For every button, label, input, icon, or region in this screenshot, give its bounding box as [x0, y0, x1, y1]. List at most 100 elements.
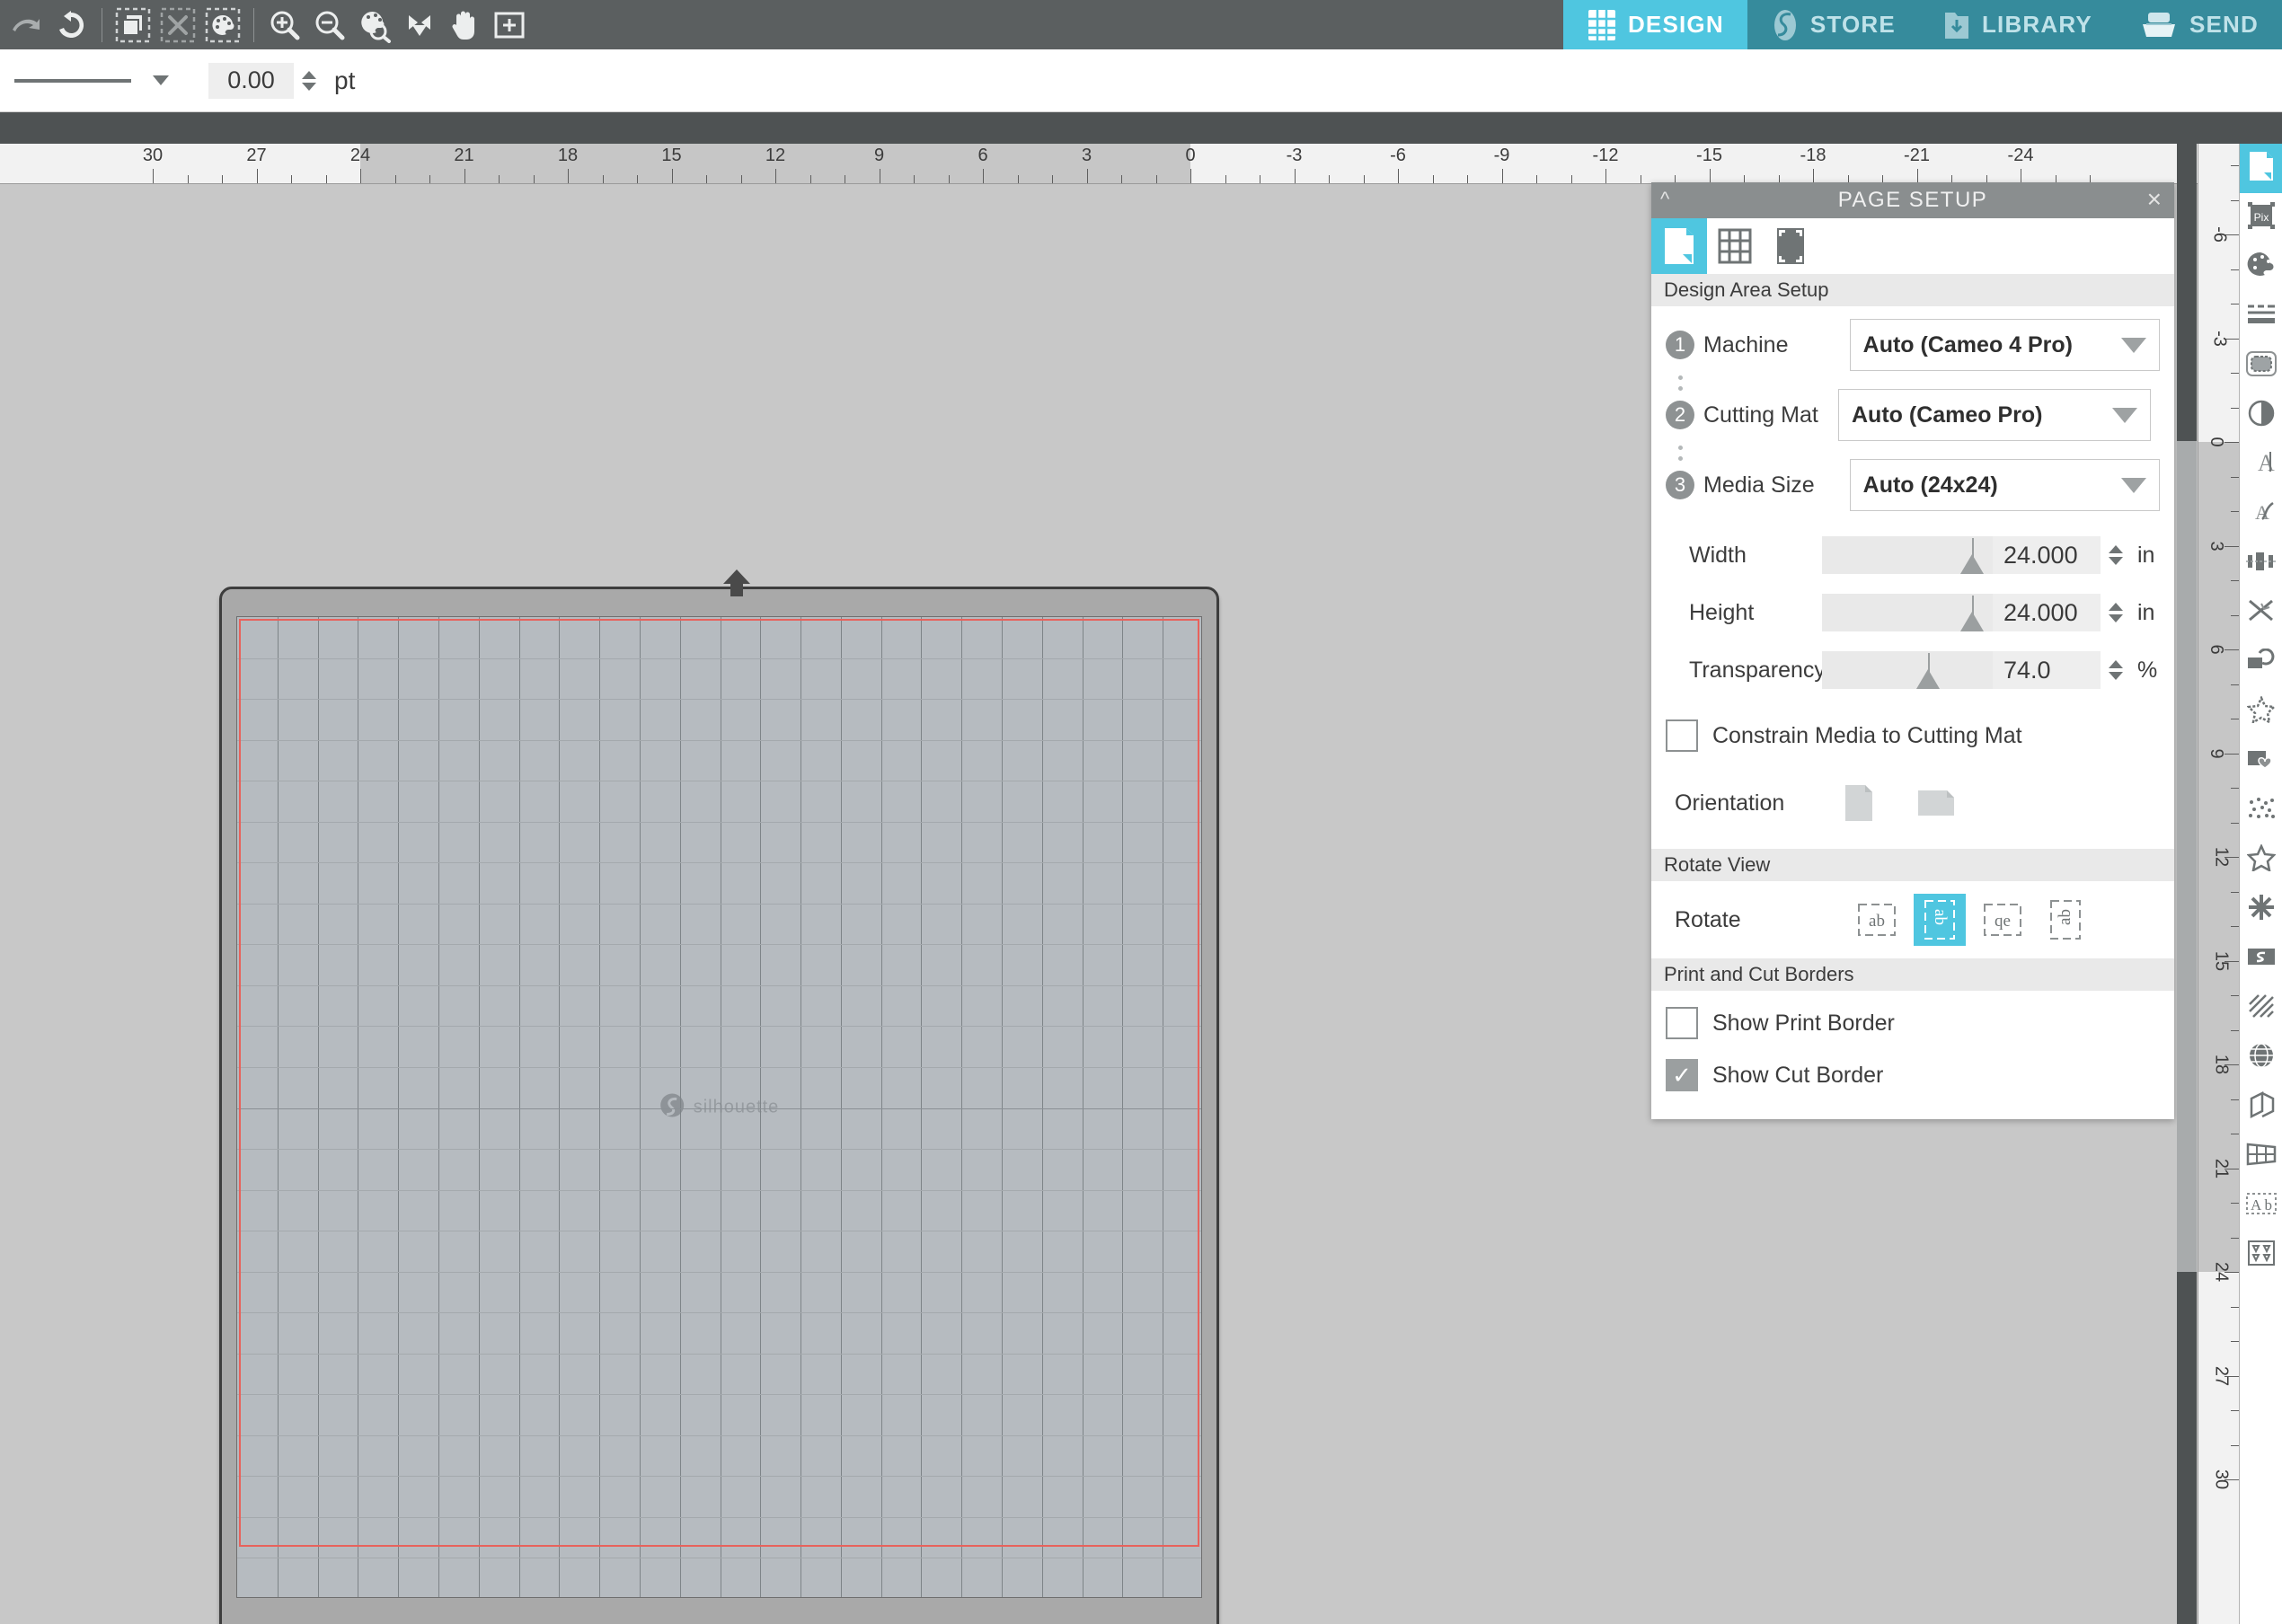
rotate-90-icon[interactable]: ab — [1914, 894, 1966, 946]
height-stepper[interactable] — [2109, 603, 2123, 622]
machine-select[interactable]: Auto (Cameo 4 Pro) — [1849, 319, 2160, 371]
page-setup-header: ^ PAGE SETUP × — [1651, 182, 2174, 218]
nav-tab-store[interactable]: STORE — [1747, 0, 1919, 49]
fill-color-tool[interactable] — [2240, 243, 2282, 292]
copy-selection-icon[interactable] — [111, 3, 155, 48]
nav-tab-send-label: SEND — [2189, 11, 2259, 38]
vertical-ruler[interactable]: -6 -3 0 3 6 9 12 15 18 21 24 27 30 — [2198, 144, 2239, 1624]
trace-tool[interactable] — [2240, 687, 2282, 737]
rotate-label: Rotate — [1675, 906, 1741, 932]
rotate-row: Rotate ab ab qe ab — [1651, 894, 2174, 946]
nav-tab-design[interactable]: DESIGN — [1562, 0, 1747, 49]
offset-icon — [2247, 648, 2276, 676]
cutting-mat-select[interactable]: Auto (Cameo Pro) — [1838, 389, 2151, 441]
page-setup-tab-grid[interactable] — [1707, 218, 1763, 274]
transparency-stepper[interactable] — [2109, 660, 2123, 680]
width-input[interactable]: 24.000 — [1993, 536, 2101, 574]
delete-selection-icon[interactable] — [155, 3, 200, 48]
page-setup-tool[interactable] — [2240, 144, 2282, 193]
stipple-tool[interactable] — [2240, 786, 2282, 835]
stepper-down-icon[interactable] — [2109, 672, 2123, 680]
stepper-down-icon[interactable] — [2109, 614, 2123, 622]
toolbar-dark-strip — [0, 112, 2282, 144]
nav-tab-send[interactable]: SEND — [2115, 0, 2282, 49]
shadow-tool[interactable] — [2240, 391, 2282, 440]
chevron-up-icon[interactable]: ^ — [1660, 188, 1669, 211]
redo-icon[interactable] — [4, 3, 49, 48]
palette-icon — [2247, 252, 2276, 283]
machine-row: 1 Machine Auto (Cameo 4 Pro) — [1651, 319, 2174, 371]
conical-warp-tool[interactable] — [2240, 1132, 2282, 1181]
fill-selection-icon[interactable] — [200, 3, 245, 48]
3d-tool[interactable] — [2240, 1082, 2282, 1132]
nesting-tool[interactable]: A b — [2240, 1181, 2282, 1231]
page-setup-tab-registration[interactable] — [1763, 218, 1818, 274]
text-on-path-tool[interactable]: A — [2240, 490, 2282, 539]
stepper-down-icon[interactable] — [302, 82, 316, 91]
media-size-select[interactable]: Auto (24x24) — [1849, 459, 2160, 511]
height-slider[interactable] — [1822, 594, 1993, 631]
orientation-landscape-icon[interactable] — [1910, 777, 1962, 829]
align-tool[interactable] — [2240, 539, 2282, 588]
constrain-media-row: Constrain Media to Cutting Mat — [1651, 719, 2174, 752]
offset-tool[interactable] — [2240, 638, 2282, 687]
hatch-icon — [2248, 993, 2275, 1023]
step-1-badge: 1 — [1666, 331, 1694, 359]
zoom-selection-icon[interactable] — [352, 3, 397, 48]
width-slider[interactable] — [1822, 536, 1993, 574]
text-style-tool[interactable]: A — [2240, 440, 2282, 490]
align-icon — [2246, 551, 2277, 577]
fit-to-window-icon[interactable] — [397, 3, 442, 48]
rotate-view-section-header: Rotate View — [1651, 849, 2174, 881]
constrain-media-checkbox[interactable] — [1666, 719, 1698, 752]
rhinestone-tool[interactable] — [2240, 835, 2282, 885]
line-style-tool[interactable] — [2240, 292, 2282, 341]
stepper-up-icon[interactable] — [2109, 603, 2123, 611]
transparency-slider[interactable] — [1822, 651, 1993, 689]
vertical-scrollbar-thumb[interactable] — [2177, 441, 2197, 1272]
stepper-down-icon[interactable] — [2109, 557, 2123, 565]
rotate-180-icon[interactable]: qe — [1977, 894, 2029, 946]
zoom-region-icon[interactable] — [487, 3, 532, 48]
stepper-up-icon[interactable] — [2109, 545, 2123, 553]
stepper-up-icon[interactable] — [2109, 660, 2123, 668]
knockout-tool[interactable] — [2240, 885, 2282, 934]
page-setup-tab-strip — [1651, 218, 2174, 274]
line-thickness-stepper[interactable] — [302, 70, 316, 91]
transparency-input[interactable]: 74.0 — [1993, 651, 2101, 689]
hatch-fill-tool[interactable] — [2240, 984, 2282, 1033]
show-cut-border-checkbox[interactable] — [1666, 1059, 1698, 1091]
image-effects-tool[interactable] — [2240, 737, 2282, 786]
rotate-270-icon[interactable]: ab — [2039, 894, 2092, 946]
page-setup-tab-page[interactable] — [1651, 218, 1707, 274]
line-thickness-input[interactable]: 0.00 — [208, 62, 294, 99]
close-icon[interactable]: × — [2147, 186, 2162, 213]
chevron-down-icon — [2112, 407, 2137, 423]
nav-tab-library[interactable]: LIBRARY — [1918, 0, 2116, 49]
pan-hand-icon[interactable] — [442, 3, 487, 48]
conical-icon — [2246, 1143, 2277, 1170]
show-print-border-checkbox[interactable] — [1666, 1007, 1698, 1039]
cutting-mat[interactable]: silhouette — [219, 569, 1219, 1624]
line-style-preview[interactable] — [14, 65, 140, 97]
line-style-dropdown-caret-icon[interactable] — [153, 75, 169, 85]
tiling-tool[interactable] — [2240, 1231, 2282, 1280]
stepper-up-icon[interactable] — [302, 70, 316, 79]
svg-text:ab: ab — [2056, 909, 2074, 925]
sphere-tool[interactable] — [2240, 1033, 2282, 1082]
orientation-portrait-icon[interactable] — [1833, 777, 1885, 829]
top-toolbar: DESIGN STORE LIBRARY SEND — [0, 0, 2282, 49]
height-input[interactable]: 24.000 — [1993, 594, 2101, 631]
horizontal-ruler[interactable]: -24 -21 -18 -15 -12 -9 -6 -3 0 3 6 9 12 15 18 21 24 27 30 — [0, 144, 2219, 184]
zoom-out-icon[interactable] — [307, 3, 352, 48]
width-stepper[interactable] — [2109, 545, 2123, 565]
zoom-in-icon[interactable] — [262, 3, 307, 48]
pixscan-tool[interactable]: Pix — [2240, 193, 2282, 243]
sketch-tool[interactable] — [2240, 341, 2282, 391]
warp-tool[interactable] — [2240, 934, 2282, 984]
modify-tool[interactable] — [2240, 588, 2282, 638]
contrast-icon — [2248, 400, 2275, 431]
chevron-down-icon — [2121, 477, 2146, 493]
reload-icon[interactable] — [49, 3, 93, 48]
rotate-0-icon[interactable]: ab — [1851, 894, 1903, 946]
